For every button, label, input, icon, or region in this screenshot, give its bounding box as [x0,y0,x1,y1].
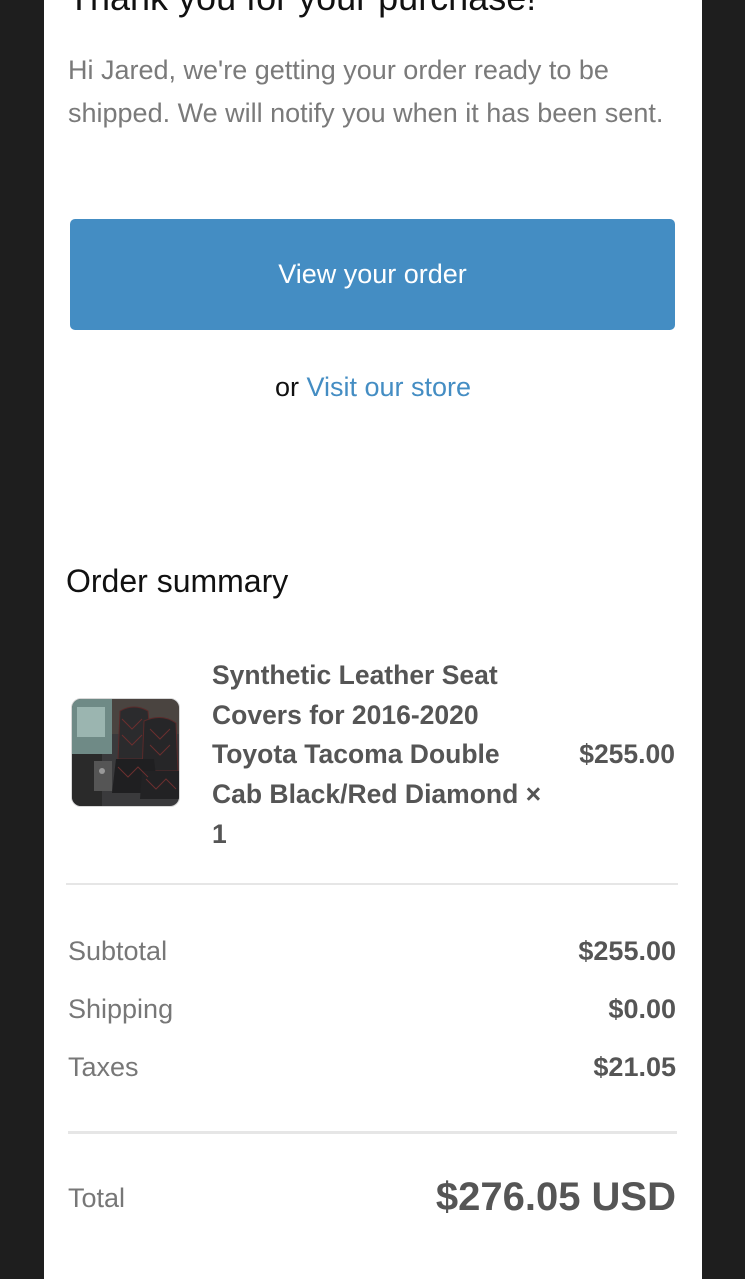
total-label: Total [68,1183,126,1213]
shipping-label: Shipping [68,994,174,1024]
taxes-value: $21.05 [593,1052,676,1082]
visit-store-link[interactable]: Visit our store [306,372,471,402]
page-title: Thank you for your purchase! [68,0,536,20]
shipping-value: $0.00 [608,994,676,1024]
seat-cover-image [72,699,179,806]
store-link-line: or Visit our store [44,368,702,406]
order-summary-title: Order summary [66,563,289,599]
intro-message: Hi Jared, we're getting your order ready… [68,55,664,128]
item-name: Synthetic Leather Seat Covers for 2016-2… [212,660,542,849]
divider [68,1131,677,1134]
view-order-button[interactable]: View your order [70,219,675,330]
email-body: Thank you for your purchase! Hi Jared, w… [44,0,702,1279]
divider [66,883,678,885]
item-price: $255.00 [579,739,675,769]
taxes-label: Taxes [68,1052,139,1082]
total-value: $276.05 USD [435,1175,676,1219]
subtotal-value: $255.00 [578,936,676,966]
product-thumbnail [71,698,180,807]
or-text: or [274,372,299,402]
subtotal-label: Subtotal [68,936,168,966]
